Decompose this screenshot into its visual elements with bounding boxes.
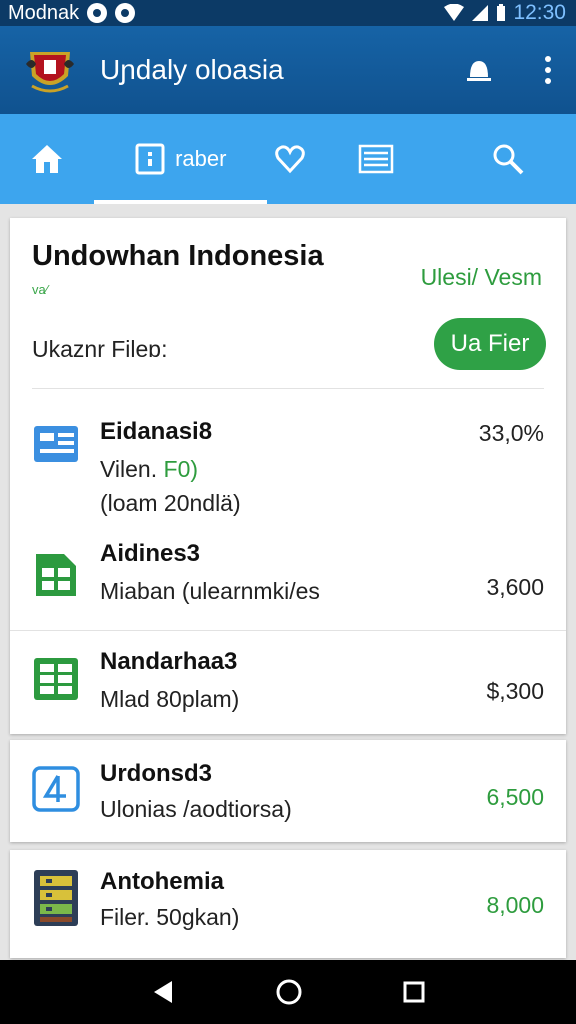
tab-raber[interactable]: raber (94, 114, 267, 204)
item-name: Urdonsd3 (100, 760, 213, 787)
item-meta: Mlad 80plam) (100, 686, 240, 712)
section-subtitle: va⁄ (32, 282, 48, 297)
section-title: Undowhan Indonesia (32, 240, 324, 272)
sheet-green-icon (36, 554, 76, 596)
item-detail: (loam 20ndlä) (100, 490, 241, 516)
tab-label: raber (175, 146, 227, 171)
item-size: 3,600 (486, 574, 544, 600)
system-nav-bar (0, 960, 576, 1024)
app-logo-icon (26, 52, 74, 93)
item-size: 6,500 (486, 784, 544, 810)
search-icon (493, 144, 524, 175)
item-meta: Miaban (ulearnmki/es (100, 578, 320, 604)
divider (32, 388, 544, 389)
home-icon (32, 145, 63, 173)
tab-list[interactable] (313, 114, 440, 204)
item-name: Aidines3 (100, 540, 201, 567)
item-meta: Vilen. F0) (100, 456, 199, 482)
wifi-icon (444, 4, 465, 21)
file-blue-icon (34, 426, 78, 462)
item-name: Eidanasi8 (100, 418, 213, 445)
home-button[interactable] (275, 978, 303, 1006)
item-name: Nandarhaa3 (100, 648, 238, 675)
download-item[interactable]: Nandarhaa3 Mlad 80plam) $,300 (10, 638, 566, 734)
filter-button[interactable]: Ua Fier (434, 318, 546, 370)
bell-icon (467, 61, 491, 81)
notifications-button[interactable] (458, 49, 500, 91)
divider (10, 630, 566, 631)
recents-button[interactable] (402, 980, 426, 1004)
more-options-button[interactable] (538, 49, 558, 91)
app-title: Uɲdaly oloasia (100, 54, 284, 85)
item-meta: Filer. 50gkan) (100, 904, 240, 930)
app-bar: Uɲdaly oloasia (0, 26, 576, 114)
app-blue-icon (32, 766, 80, 812)
status-bar: Modnak 12:30 (0, 0, 576, 26)
notification-icon (87, 3, 108, 23)
item-meta: Ulonias /aodtiorsa) (100, 796, 292, 822)
tab-favorites[interactable] (267, 114, 312, 204)
document-icon (135, 143, 165, 175)
clock: 12:30 (513, 1, 566, 24)
battery-icon (497, 4, 506, 21)
filter-label: Ukaznr Fileɒ: (32, 336, 168, 362)
back-button[interactable] (150, 979, 176, 1005)
version-link[interactable]: Ulesi/ Vesm (421, 264, 542, 291)
list-icon (358, 144, 394, 174)
signal-icon (472, 5, 489, 21)
tab-home[interactable] (0, 114, 94, 204)
notification-icon (115, 3, 136, 23)
download-item[interactable]: Urdonsd3 Ulonias /aodtiorsa) 6,500 (10, 740, 566, 842)
heart-icon (275, 145, 305, 174)
tab-bar: raber (0, 114, 576, 204)
tab-search[interactable] (440, 114, 576, 204)
item-progress: 33,0% (478, 420, 544, 446)
carrier-label: Modnak (8, 1, 80, 24)
download-item[interactable]: Eidanasi8 Vilen. F0) (loam 20ndlä) 33,0% (10, 408, 566, 528)
downloads-card: Undowhan Indonesia va⁄ Ulesi/ Vesm Ukazn… (10, 218, 566, 734)
item-size: $,300 (486, 678, 544, 704)
item-size: 8,000 (486, 892, 544, 918)
download-item[interactable]: Aidines3 Miaban (ulearnmki/es 3,600 (10, 538, 566, 628)
grid-green-icon (34, 658, 78, 700)
download-item[interactable]: Antohemia Filer. 50gkan) 8,000 (10, 850, 566, 958)
archive-icon (34, 870, 78, 926)
item-name: Antohemia (100, 868, 225, 895)
